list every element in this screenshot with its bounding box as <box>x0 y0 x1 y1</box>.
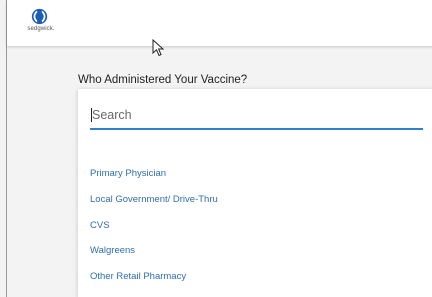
top-bar: sedgwick. <box>7 0 432 46</box>
logo-text: sedgwick. <box>27 26 55 32</box>
search-input[interactable] <box>90 103 423 127</box>
option-walgreens[interactable]: Walgreens <box>78 238 432 264</box>
option-local-government-drive-thru[interactable]: Local Government/ Drive-Thru <box>78 187 432 213</box>
search-field <box>90 103 423 130</box>
option-primary-physician[interactable]: Primary Physician <box>78 161 432 187</box>
option-other-retail-pharmacy[interactable]: Other Retail Pharmacy <box>78 264 432 290</box>
sedgwick-logo[interactable]: sedgwick. <box>23 8 59 38</box>
mouse-pointer-icon <box>152 39 165 57</box>
option-cvs[interactable]: CVS <box>78 212 432 238</box>
vaccine-administrator-question: Who Administered Your Vaccine? <box>78 74 248 86</box>
sedgwick-logo-icon <box>31 8 48 25</box>
text-caret <box>91 108 92 122</box>
administrator-dropdown-panel: Primary Physician Local Government/ Driv… <box>78 89 432 297</box>
app-window: sedgwick. Who Administered Your Vaccine?… <box>6 0 432 297</box>
administrator-options-list: Primary Physician Local Government/ Driv… <box>78 161 432 289</box>
